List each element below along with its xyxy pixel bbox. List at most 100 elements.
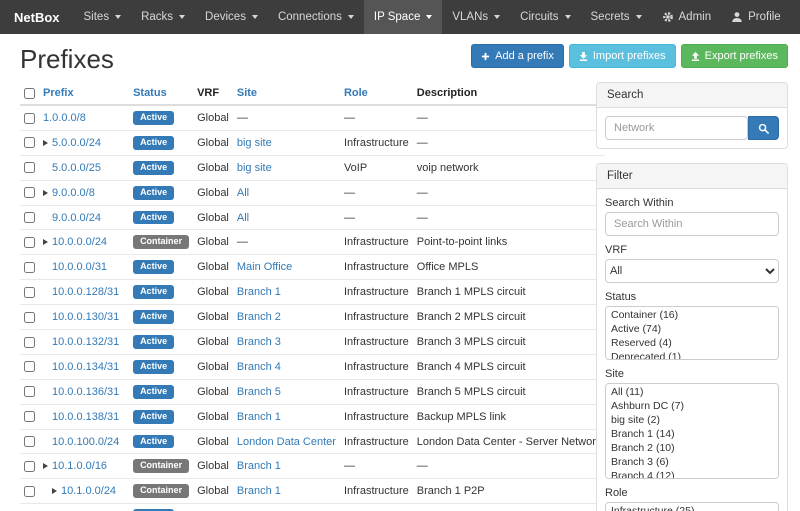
indent-spacer xyxy=(43,269,52,270)
nav-item-log-out[interactable]: Log out xyxy=(791,0,800,34)
column-header-site[interactable]: Site xyxy=(237,87,257,99)
description-value: London Data Center - Server Network xyxy=(413,429,606,454)
table-row: 5.0.0.0/24 Active Global big site Infras… xyxy=(20,130,605,155)
site-link[interactable]: big site xyxy=(237,137,272,149)
nav-item-secrets[interactable]: Secrets xyxy=(581,0,652,34)
status-badge: Active xyxy=(133,161,174,175)
site-link[interactable]: Main Office xyxy=(237,261,292,273)
row-checkbox[interactable] xyxy=(24,337,35,348)
export-prefixes-button[interactable]: Export prefixes xyxy=(681,44,788,68)
select-option[interactable]: Branch 4 (12) xyxy=(607,469,777,479)
site-select[interactable]: All (11)Ashburn DC (7)big site (2)Branch… xyxy=(605,383,779,479)
select-all-checkbox[interactable] xyxy=(24,88,35,99)
prefix-link[interactable]: 5.0.0.0/25 xyxy=(52,162,101,174)
nav-item-vlans[interactable]: VLANs xyxy=(442,0,510,34)
prefix-link[interactable]: 5.0.0.0/24 xyxy=(52,137,101,149)
nav-item-sites[interactable]: Sites xyxy=(74,0,132,34)
site-link[interactable]: London Data Center xyxy=(237,436,336,448)
select-option[interactable]: All (11) xyxy=(607,385,777,399)
prefix-link[interactable]: 9.0.0.0/8 xyxy=(52,187,95,199)
row-checkbox[interactable] xyxy=(24,312,35,323)
prefix-link[interactable]: 10.1.0.0/16 xyxy=(52,460,107,472)
select-option[interactable]: Branch 3 (6) xyxy=(607,455,777,469)
site-link[interactable]: Branch 1 xyxy=(237,286,281,298)
site-link[interactable]: big site xyxy=(237,162,272,174)
select-option[interactable]: Ashburn DC (7) xyxy=(607,399,777,413)
site-link[interactable]: Branch 1 xyxy=(237,485,281,497)
row-checkbox[interactable] xyxy=(24,162,35,173)
nav-item-circuits[interactable]: Circuits xyxy=(510,0,580,34)
row-checkbox[interactable] xyxy=(24,237,35,248)
site-link[interactable]: Branch 2 xyxy=(237,311,281,323)
prefix-link[interactable]: 1.0.0.0/8 xyxy=(43,112,86,124)
row-checkbox[interactable] xyxy=(24,113,35,124)
select-option[interactable]: Deprecated (1) xyxy=(607,350,777,360)
prefix-link[interactable]: 10.0.0.128/31 xyxy=(52,286,119,298)
site-link[interactable]: Branch 1 xyxy=(237,411,281,423)
site-link[interactable]: All xyxy=(237,212,249,224)
prefix-link[interactable]: 10.0.0.0/24 xyxy=(52,236,107,248)
select-option[interactable]: Container (16) xyxy=(607,308,777,322)
prefix-link[interactable]: 10.0.0.130/31 xyxy=(52,311,119,323)
row-checkbox[interactable] xyxy=(24,287,35,298)
site-link[interactable]: Branch 5 xyxy=(237,386,281,398)
select-option[interactable]: Active (74) xyxy=(607,322,777,336)
search-panel: Search xyxy=(596,82,788,149)
nav-item-devices[interactable]: Devices xyxy=(195,0,268,34)
import-prefixes-button[interactable]: Import prefixes xyxy=(569,44,676,68)
site-link[interactable]: Branch 1 xyxy=(237,460,281,472)
prefix-link[interactable]: 10.0.0.0/31 xyxy=(52,261,107,273)
prefix-link[interactable]: 10.0.0.136/31 xyxy=(52,386,119,398)
select-option[interactable]: Branch 2 (10) xyxy=(607,441,777,455)
search-input[interactable] xyxy=(605,116,748,140)
site-link[interactable]: Branch 3 xyxy=(237,336,281,348)
select-option[interactable]: Reserved (4) xyxy=(607,336,777,350)
row-checkbox[interactable] xyxy=(24,187,35,198)
column-header-status[interactable]: Status xyxy=(133,87,167,99)
select-option[interactable]: Infrastructure (25) xyxy=(607,504,777,511)
row-checkbox[interactable] xyxy=(24,262,35,273)
row-checkbox[interactable] xyxy=(24,436,35,447)
nav-right-menu: AdminProfileLog out xyxy=(652,0,800,34)
row-checkbox[interactable] xyxy=(24,137,35,148)
select-option[interactable]: Branch 1 (14) xyxy=(607,427,777,441)
vrf-select[interactable]: All xyxy=(605,259,779,283)
indent-spacer xyxy=(43,170,52,171)
status-select[interactable]: Container (16)Active (74)Reserved (4)Dep… xyxy=(605,306,779,360)
row-checkbox[interactable] xyxy=(24,361,35,372)
nav-item-label: IP Space xyxy=(374,11,420,23)
prefix-link[interactable]: 9.0.0.0/24 xyxy=(52,212,101,224)
search-button[interactable] xyxy=(748,116,779,140)
page-head: Prefixes Add a prefix Import prefixes Ex… xyxy=(0,34,800,82)
prefix-link[interactable]: 10.0.0.138/31 xyxy=(52,411,119,423)
nav-item-profile[interactable]: Profile xyxy=(721,0,791,34)
prefix-link[interactable]: 10.0.0.132/31 xyxy=(52,336,119,348)
prefix-link[interactable]: 10.1.0.0/24 xyxy=(61,485,116,497)
site-cell: Branch 3 xyxy=(233,330,340,355)
prefix-link[interactable]: 10.0.100.0/24 xyxy=(52,436,119,448)
row-checkbox[interactable] xyxy=(24,411,35,422)
nav-item-connections[interactable]: Connections xyxy=(268,0,364,34)
row-checkbox[interactable] xyxy=(24,486,35,497)
role-select[interactable]: Infrastructure (25)Management (8)Private… xyxy=(605,502,779,511)
row-checkbox[interactable] xyxy=(24,386,35,397)
row-checkbox[interactable] xyxy=(24,212,35,223)
search-within-input[interactable] xyxy=(605,212,779,236)
nav-item-admin[interactable]: Admin xyxy=(652,0,722,34)
status-badge: Active xyxy=(133,435,174,449)
site-cell: All xyxy=(233,180,340,205)
site-link[interactable]: All xyxy=(237,187,249,199)
select-option[interactable]: big site (2) xyxy=(607,413,777,427)
add-prefix-button[interactable]: Add a prefix xyxy=(471,44,564,68)
nav-item-racks[interactable]: Racks xyxy=(131,0,195,34)
role-value: Infrastructure xyxy=(340,479,413,504)
nav-item-ip-space[interactable]: IP Space xyxy=(364,0,442,34)
brand-link[interactable]: NetBox xyxy=(0,0,74,34)
site-link[interactable]: Branch 4 xyxy=(237,361,281,373)
nav-item-label: Secrets xyxy=(591,11,630,23)
indent-spacer xyxy=(43,319,52,320)
prefix-link[interactable]: 10.0.0.134/31 xyxy=(52,361,119,373)
column-header-prefix[interactable]: Prefix xyxy=(43,87,74,99)
row-checkbox[interactable] xyxy=(24,461,35,472)
column-header-role[interactable]: Role xyxy=(344,87,368,99)
